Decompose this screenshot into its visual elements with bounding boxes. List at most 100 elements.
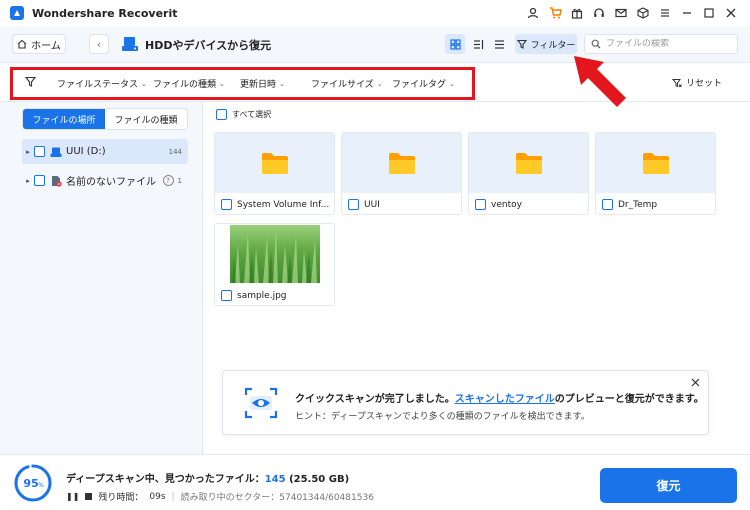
progress-percent-number: 95 <box>23 477 38 490</box>
home-button[interactable]: ホーム <box>12 34 66 54</box>
scan-controls: ❚❚ 残り時間： 09s | 読み取り中のセクター：57401344/60481… <box>66 490 374 504</box>
file-checkbox[interactable] <box>348 199 359 210</box>
select-all-label: すべて選択 <box>232 110 272 119</box>
red-pointer-arrow-icon <box>574 56 626 107</box>
progress-percent-unit: % <box>38 482 44 489</box>
file-card[interactable]: System Volume Inf... <box>214 132 335 215</box>
tree-checkbox[interactable] <box>34 146 45 157</box>
list-view-icon <box>473 39 483 49</box>
chevron-down-icon: ⌄ <box>219 79 225 88</box>
list-view-button[interactable] <box>468 34 488 54</box>
filter-file-status-dropdown[interactable]: ファイルステータス ⌄ <box>57 77 147 91</box>
filter-bar: ファイルステータス ⌄ ファイルの種類 ⌄ 更新日時 ⌄ ファイルサイズ ⌄ フ… <box>0 62 750 102</box>
scan-status-title: ディープスキャン中、見つかったファイル：145 (25.50 GB) <box>66 470 349 485</box>
pause-icon[interactable]: ❚❚ <box>66 492 79 501</box>
close-icon <box>691 378 699 386</box>
drive-icon <box>50 147 62 157</box>
filter-file-type-dropdown[interactable]: ファイルの種類 ⌄ <box>153 77 225 91</box>
nav-bar: ホーム ‹ HDDやデバイスから復元 フィルター <box>0 26 750 62</box>
tree-item-count: 1 <box>177 176 182 185</box>
scan-status-text: ディープスキャン中、見つかったファイル： <box>66 474 265 485</box>
tree-item-label: UUI (D:) <box>66 146 106 157</box>
file-thumbnail <box>596 133 715 193</box>
found-file-count: 145 <box>264 474 286 485</box>
chevron-left-icon: ‹ <box>96 37 102 51</box>
scan-complete-notification: クイックスキャンが完了しました。スキャンしたファイルのプレビューと復元ができます… <box>222 370 709 435</box>
gift-icon[interactable] <box>566 2 588 24</box>
found-file-size: (25.50 GB) <box>289 474 350 485</box>
tab-file-location[interactable]: ファイルの場所 <box>23 109 105 129</box>
folder-icon <box>388 153 415 174</box>
menu-lines-icon <box>494 39 504 49</box>
detail-view-button[interactable] <box>489 34 509 54</box>
close-notification-button[interactable] <box>688 375 702 389</box>
tab-file-type[interactable]: ファイルの種類 <box>105 109 187 129</box>
recoverit-logo-icon <box>10 6 24 20</box>
funnel-icon <box>516 39 527 49</box>
tree-checkbox[interactable] <box>34 175 45 186</box>
app-title: Wondershare Recoverit <box>32 6 178 20</box>
funnel-icon <box>25 76 36 87</box>
scanned-files-link[interactable]: スキャンしたファイル <box>455 394 555 405</box>
chevron-down-icon: ⌄ <box>141 79 147 88</box>
file-thumbnail <box>215 224 334 284</box>
close-icon[interactable] <box>720 2 742 24</box>
filter-file-tag-dropdown[interactable]: ファイルタグ ⌄ <box>392 77 455 91</box>
window-controls <box>522 0 742 26</box>
folder-icon <box>261 153 288 174</box>
chevron-down-icon: ⌄ <box>449 79 455 88</box>
help-icon[interactable]: ? <box>162 175 174 186</box>
file-name: ventoy <box>491 199 522 210</box>
mail-icon[interactable] <box>610 2 632 24</box>
search-box[interactable] <box>584 34 738 54</box>
select-all-checkbox[interactable]: すべて選択 <box>216 109 271 120</box>
tree-item-uui-drive[interactable]: ▸ UUI (D:) 144 <box>22 139 188 164</box>
filter-file-status-label: ファイルステータス <box>57 80 139 90</box>
page-title: HDDやデバイスから復元 <box>145 39 272 52</box>
reset-button[interactable]: リセット <box>671 76 722 89</box>
file-checkbox[interactable] <box>221 199 232 210</box>
back-button[interactable]: ‹ <box>89 34 109 54</box>
folder-icon <box>642 153 669 174</box>
tree-item-count: 144 <box>168 147 182 156</box>
box-icon[interactable] <box>632 2 654 24</box>
filter-file-size-dropdown[interactable]: ファイルサイズ ⌄ <box>311 77 383 91</box>
file-checkbox[interactable] <box>221 290 232 301</box>
minimize-icon[interactable] <box>676 2 698 24</box>
tree-item-unnamed-files[interactable]: ▸ 名前のないファイル ? 1 <box>22 168 188 193</box>
headset-icon[interactable] <box>588 2 610 24</box>
file-name: Dr_Temp <box>618 199 658 210</box>
reset-label: リセット <box>685 79 722 89</box>
filter-file-size-label: ファイルサイズ <box>311 80 374 90</box>
recover-button[interactable]: 復元 <box>600 468 737 503</box>
user-icon[interactable] <box>522 2 544 24</box>
maximize-icon[interactable] <box>698 2 720 24</box>
expand-arrow-icon[interactable]: ▸ <box>22 177 34 185</box>
search-icon <box>591 39 601 49</box>
stop-icon[interactable] <box>85 493 93 500</box>
file-card[interactable]: Dr_Temp <box>595 132 716 215</box>
funnel-reset-icon <box>671 78 682 87</box>
filter-file-type-label: ファイルの種類 <box>153 80 217 90</box>
scan-preview-icon <box>244 387 278 419</box>
search-input[interactable] <box>606 39 726 49</box>
grid-view-button[interactable] <box>445 34 465 54</box>
home-label: ホーム <box>31 40 61 52</box>
file-checkbox[interactable] <box>602 199 613 210</box>
hdd-drive-icon <box>122 37 138 51</box>
file-card[interactable]: sample.jpg <box>214 223 335 306</box>
select-all-box[interactable] <box>216 109 227 120</box>
file-name: sample.jpg <box>237 290 287 301</box>
filter-button[interactable]: フィルター <box>515 34 577 54</box>
file-checkbox[interactable] <box>475 199 486 210</box>
filter-modified-date-dropdown[interactable]: 更新日時 ⌄ <box>240 77 285 91</box>
cart-icon[interactable] <box>544 2 566 24</box>
file-card[interactable]: ventoy <box>468 132 589 215</box>
sidebar-tabs: ファイルの場所 ファイルの種類 <box>22 108 188 130</box>
file-name: System Volume Inf... <box>237 199 330 210</box>
file-thumbnail <box>342 133 461 193</box>
file-card[interactable]: UUI <box>341 132 462 215</box>
expand-arrow-icon[interactable]: ▸ <box>22 148 34 156</box>
grass-photo-thumbnail <box>229 225 320 283</box>
menu-icon[interactable] <box>654 2 676 24</box>
